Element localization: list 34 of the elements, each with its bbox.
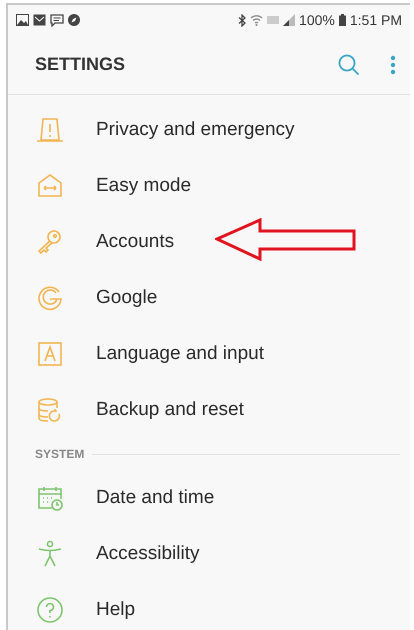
settings-item[interactable]: Accessibility [8,526,410,582]
settings-item[interactable]: Easy mode [8,158,410,214]
signal-icon [283,14,296,26]
warning-icon [36,116,64,144]
settings-item[interactable]: Date and time [8,470,410,526]
wifi-icon [250,14,264,26]
search-icon [338,54,360,76]
message-icon [50,14,64,26]
more-options-button[interactable] [390,54,396,74]
key-icon [36,228,64,256]
picture-icon [16,14,29,26]
settings-item[interactable]: Google [8,270,410,326]
g-letter-icon [36,284,64,312]
network-icon [267,16,280,24]
text-icon [36,340,64,368]
menu-icon [390,54,396,74]
calendar-clock-icon [36,484,64,512]
battery-icon [338,14,346,26]
search-button[interactable] [338,54,360,76]
battery-level: 100% [299,10,335,30]
clock: 1:51 PM [350,10,402,30]
settings-item[interactable]: Backup and reset [8,382,410,438]
home-icon [36,172,64,200]
settings-item[interactable]: Privacy and emergency [8,102,410,158]
section-heading: SYSTEM [35,446,84,463]
bluetooth-icon [238,14,246,26]
settings-item[interactable]: Help [8,582,410,630]
help-icon [36,596,64,624]
screen-title: SETTINGS [35,53,126,76]
compass-icon [68,14,80,26]
person-icon [36,540,64,568]
mail-icon [33,14,46,26]
settings-item[interactable]: Language and input [8,326,410,382]
settings-item[interactable]: Accounts [8,214,410,270]
